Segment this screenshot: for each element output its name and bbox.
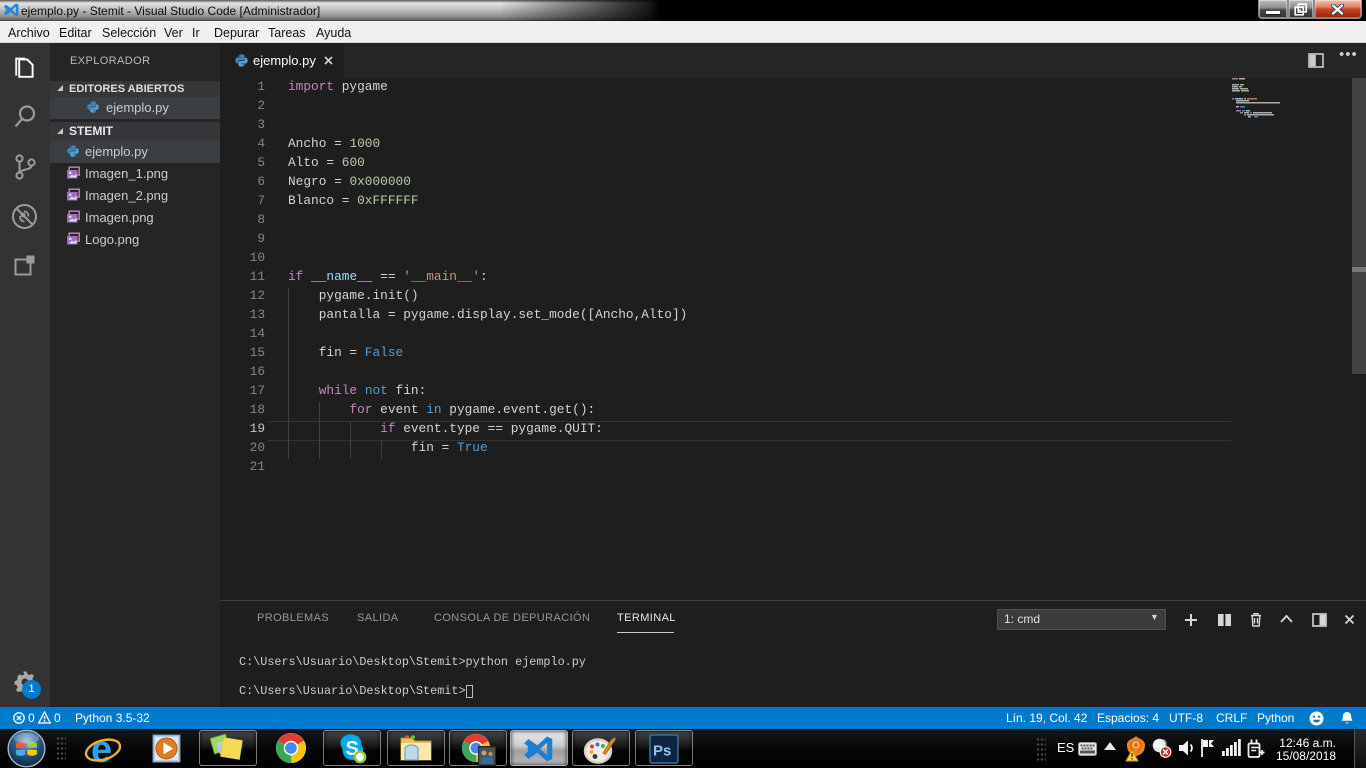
svg-text:Ps: Ps [653,743,671,760]
svg-text:e: e [91,730,112,768]
